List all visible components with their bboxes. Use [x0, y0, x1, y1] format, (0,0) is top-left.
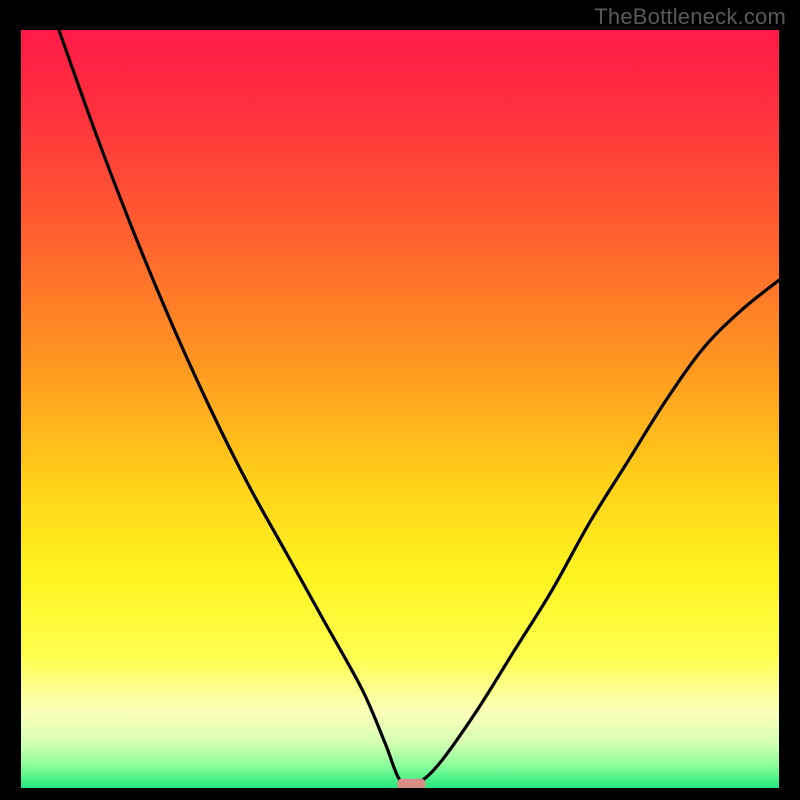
- minimum-marker: [397, 779, 425, 788]
- gradient-background: [21, 30, 779, 788]
- bottleneck-chart: [21, 30, 779, 788]
- chart-frame: TheBottleneck.com: [0, 0, 800, 800]
- watermark-label: TheBottleneck.com: [594, 4, 786, 30]
- plot-area: [21, 30, 779, 788]
